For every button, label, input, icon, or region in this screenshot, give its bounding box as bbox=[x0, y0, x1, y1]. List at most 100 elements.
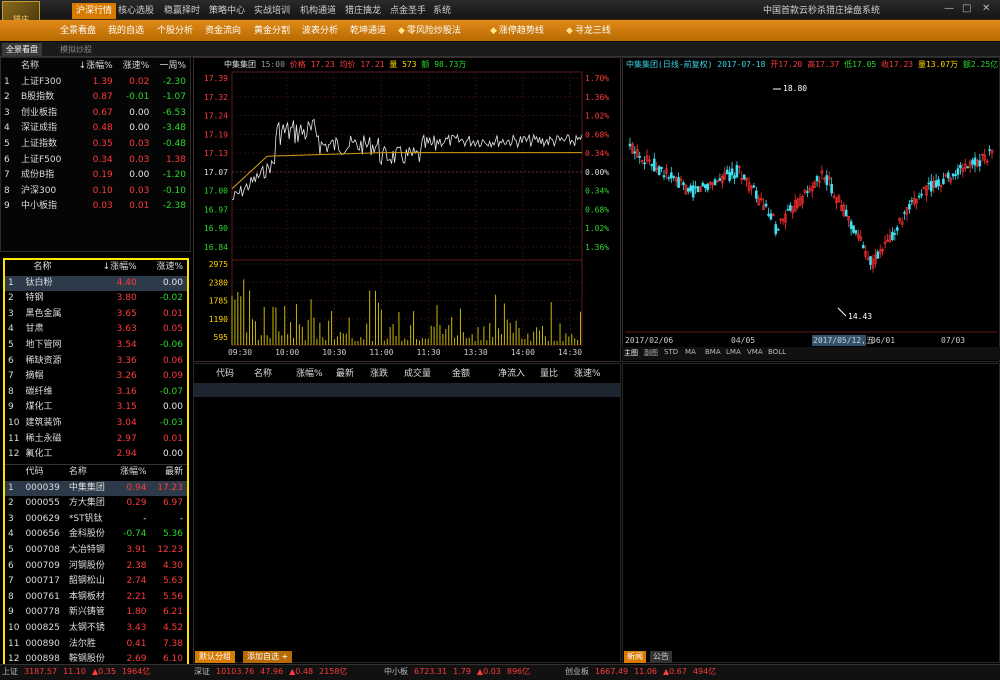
table-row[interactable]: 4 深证成指 0.48 0.00 -3.48 bbox=[1, 121, 190, 137]
kline-chart[interactable]: 18.80 14.43 2017/02/06 04/05 2017/05/12,五06/… bbox=[623, 58, 999, 361]
indicator-tab[interactable]: LMA bbox=[726, 348, 741, 356]
minimize-button[interactable]: — bbox=[944, 3, 954, 14]
quote-col-header[interactable]: 成交量 bbox=[404, 366, 431, 379]
table-row[interactable]: 1 钛白粉 4.40 0.00 bbox=[5, 275, 187, 292]
menu-item[interactable]: 点金圣手 bbox=[390, 3, 426, 19]
col-name[interactable]: 名称 bbox=[13, 59, 71, 75]
quote-col-header[interactable]: 金额 bbox=[452, 366, 470, 379]
tab-simulated-trading[interactable]: 模拟炒股 bbox=[56, 43, 96, 56]
menu-item[interactable]: 策略中心 bbox=[209, 3, 245, 19]
table-row[interactable]: 3 创业板指 0.67 0.00 -6.53 bbox=[1, 106, 190, 122]
menu-item[interactable]: 稳赢择时 bbox=[164, 3, 200, 19]
table-row[interactable]: 2 000055 方大集团 0.29 6.97 bbox=[5, 496, 187, 512]
toolbar-button[interactable]: 个股分析 bbox=[157, 24, 193, 38]
col-speed[interactable]: 涨速% bbox=[117, 59, 154, 75]
indicator-tab[interactable]: BOLL bbox=[768, 348, 786, 356]
indicator-tab[interactable]: VMA bbox=[747, 348, 763, 356]
menu-item[interactable]: 系统 bbox=[433, 3, 451, 19]
table-row[interactable]: 11 稀土永磁 2.97 0.01 bbox=[5, 432, 187, 448]
default-group-tab[interactable]: 默认分组 bbox=[195, 651, 235, 663]
table-row[interactable]: 8 碳纤维 3.16 -0.07 bbox=[5, 385, 187, 401]
candle-body bbox=[849, 221, 853, 229]
table-row[interactable]: 5 000708 大冶特钢 3.91 12.23 bbox=[5, 543, 187, 559]
col-speed[interactable]: 涨速% bbox=[141, 260, 187, 276]
status-index[interactable]: 深证 10103.76 47.96 ▲0.48 2158亿 bbox=[194, 666, 347, 677]
row-number: 4 bbox=[8, 324, 14, 335]
tab-news[interactable]: 新闻 bbox=[624, 651, 646, 663]
toolbar-button[interactable]: ◆ 涨停趋势线 bbox=[490, 24, 544, 38]
table-row[interactable]: 12 氟化工 2.94 0.00 bbox=[5, 447, 187, 463]
table-row[interactable]: 2 B股指数 0.87 -0.01 -1.07 bbox=[1, 90, 190, 106]
toolbar-button[interactable]: ◆ 寻龙三线 bbox=[566, 24, 611, 38]
table-row[interactable]: 1 上证F300 1.39 0.02 -2.30 bbox=[1, 75, 190, 91]
table-row[interactable]: 7 摘帽 3.26 0.09 bbox=[5, 369, 187, 385]
intraday-chart[interactable]: 17.39 1.70% 17.32 1.36% 17.24 1.02% 17.19 0.68%… bbox=[194, 58, 620, 361]
table-row[interactable]: 5 地下管网 3.54 -0.06 bbox=[5, 338, 187, 354]
quote-col-header[interactable]: 净流入 bbox=[498, 366, 525, 379]
quote-col-header[interactable]: 涨跌 bbox=[370, 366, 388, 379]
quote-col-header[interactable]: 名称 bbox=[254, 366, 272, 379]
table-row[interactable]: 9 中小板指 0.03 0.01 -2.38 bbox=[1, 199, 190, 215]
table-row[interactable]: 3 000629 *ST钒钛 - - bbox=[5, 512, 187, 528]
quote-col-header[interactable]: 量比 bbox=[540, 366, 558, 379]
table-row[interactable]: 9 000778 新兴铸管 1.80 6.21 bbox=[5, 605, 187, 621]
menu-item[interactable]: 核心选股 bbox=[118, 3, 154, 19]
tab-panorama[interactable]: 全景看盘 bbox=[2, 43, 42, 56]
col-name[interactable]: 名称 bbox=[19, 260, 83, 276]
add-watchlist-tab[interactable]: 添加自选 + bbox=[243, 651, 293, 663]
toolbar-button[interactable]: 资金流向 bbox=[205, 24, 241, 38]
table-row[interactable]: 7 000717 韶钢松山 2.74 5.63 bbox=[5, 574, 187, 590]
sector-speed: -0.02 bbox=[159, 293, 183, 304]
status-index[interactable]: 创业板 1667.49 11.06 ▲0.67 494亿 bbox=[565, 666, 716, 677]
menu-item[interactable]: 猎庄擒龙 bbox=[345, 3, 381, 19]
table-row[interactable]: 3 黑色金属 3.65 0.01 bbox=[5, 307, 187, 323]
quote-table-row[interactable] bbox=[194, 383, 620, 397]
col-last[interactable]: 最新 bbox=[151, 465, 188, 481]
table-row[interactable]: 2 特钢 3.80 -0.02 bbox=[5, 291, 187, 307]
col-change[interactable]: 涨幅% bbox=[113, 465, 150, 481]
close-button[interactable]: ✕ bbox=[982, 3, 990, 14]
col-code[interactable]: 代码 bbox=[19, 465, 68, 481]
table-row[interactable]: 5 上证指数 0.35 0.03 -0.48 bbox=[1, 137, 190, 153]
table-row[interactable]: 6 稀缺资源 3.36 0.06 bbox=[5, 354, 187, 370]
status-index[interactable]: 上证 3187.57 11.10 ▲0.35 1964亿 bbox=[2, 666, 150, 677]
indicator-tab[interactable]: BMA bbox=[705, 348, 721, 356]
col-week[interactable]: 一周% bbox=[153, 59, 190, 75]
indicator-tab[interactable]: MA bbox=[685, 348, 696, 356]
toolbar-button[interactable]: 我的自选 bbox=[108, 24, 144, 38]
quote-col-header[interactable]: 最新 bbox=[336, 366, 354, 379]
quote-col-header[interactable]: 涨幅% bbox=[296, 366, 323, 379]
table-row[interactable]: 10 000825 太钢不锈 3.43 4.52 bbox=[5, 621, 187, 637]
table-row[interactable]: 1 000039 中集集团 0.94 17.23 bbox=[5, 480, 187, 497]
table-row[interactable]: 6 000709 河钢股份 2.38 4.30 bbox=[5, 559, 187, 575]
menu-item[interactable]: 机构通道 bbox=[300, 3, 336, 19]
tab-notice[interactable]: 公告 bbox=[650, 651, 672, 663]
indicator-tab[interactable]: 副图 bbox=[644, 348, 658, 358]
col-name[interactable]: 名称 bbox=[69, 465, 113, 481]
table-row[interactable]: 8 000761 本钢板材 2.21 5.56 bbox=[5, 590, 187, 606]
col-change[interactable]: ↓涨幅% bbox=[71, 59, 117, 75]
status-name: 创业板 bbox=[565, 667, 589, 676]
menu-item[interactable]: 沪深行情 bbox=[72, 3, 117, 19]
indicator-tab[interactable]: STD bbox=[664, 348, 678, 356]
quote-col-header[interactable]: 涨速% bbox=[574, 366, 601, 379]
table-row[interactable]: 4 甘肃 3.63 0.05 bbox=[5, 322, 187, 338]
toolbar-button[interactable]: 黄金分割 bbox=[254, 24, 290, 38]
col-change[interactable]: ↓涨幅% bbox=[83, 260, 141, 276]
toolbar-button[interactable]: 波表分析 bbox=[302, 24, 338, 38]
maximize-button[interactable]: □ bbox=[962, 3, 971, 14]
table-row[interactable]: 11 000890 法尔胜 0.41 7.38 bbox=[5, 637, 187, 653]
table-row[interactable]: 10 建筑装饰 3.04 -0.03 bbox=[5, 416, 187, 432]
toolbar-button[interactable]: 乾坤通道 bbox=[350, 24, 386, 38]
table-row[interactable]: 6 上证F500 0.34 0.03 1.38 bbox=[1, 153, 190, 169]
toolbar-button[interactable]: ◆ 零风险炒股法 bbox=[398, 24, 461, 38]
menu-item[interactable]: 实战培训 bbox=[254, 3, 290, 19]
table-row[interactable]: 9 煤化工 3.15 0.00 bbox=[5, 400, 187, 416]
quote-col-header[interactable]: 代码 bbox=[216, 366, 234, 379]
table-row[interactable]: 8 沪深300 0.10 0.03 -0.10 bbox=[1, 184, 190, 200]
table-row[interactable]: 4 000656 金科股份 -0.74 5.36 bbox=[5, 527, 187, 543]
indicator-tab[interactable]: 主图 bbox=[624, 348, 638, 358]
toolbar-button[interactable]: 全景看盘 bbox=[60, 24, 96, 38]
table-row[interactable]: 7 成份B指 0.19 0.00 -1.20 bbox=[1, 168, 190, 184]
status-index[interactable]: 中小板 6723.31 1.79 ▲0.03 896亿 bbox=[384, 666, 530, 677]
